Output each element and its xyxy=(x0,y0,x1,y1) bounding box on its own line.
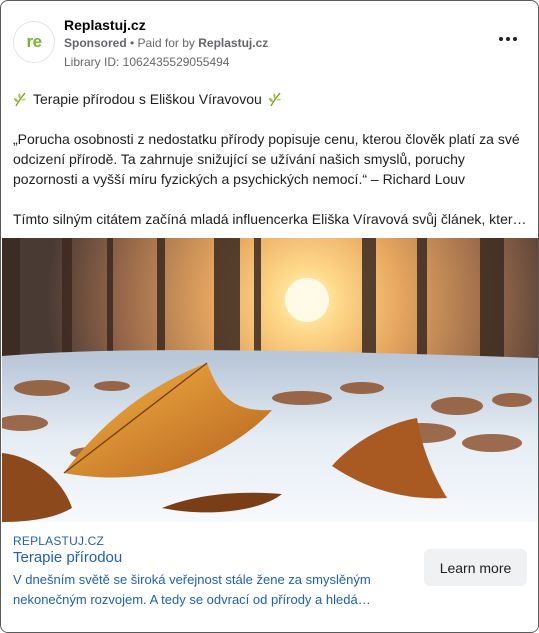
sponsored-line: Sponsored • Paid for by Replastuj.cz xyxy=(64,36,268,50)
post-headline: Terapie přírodou s Eliškou Víravovou xyxy=(13,89,529,109)
page-avatar[interactable]: re xyxy=(13,21,55,63)
herb-icon xyxy=(268,92,281,107)
link-domain: REPLASTUJ.CZ xyxy=(13,534,105,548)
ad-header: re Replastuj.cz Sponsored • Paid for by … xyxy=(13,17,526,73)
meta-separator: • xyxy=(126,36,138,50)
post-lead-text[interactable]: Tímto silným citátem začíná mladá influe… xyxy=(13,209,529,229)
paid-for-name: Replastuj.cz xyxy=(198,36,269,50)
avatar-logo-text: re xyxy=(26,32,42,51)
herb-icon xyxy=(14,92,26,107)
page-name[interactable]: Replastuj.cz xyxy=(64,17,146,33)
headline-text: Terapie přírodou s Eliškou Víravovou xyxy=(33,91,262,107)
post-body: Terapie přírodou s Eliškou Víravovou „Po… xyxy=(13,89,529,229)
ellipsis-icon[interactable] xyxy=(496,29,520,49)
link-description: V dnešním světě se široká veřejnost stál… xyxy=(13,570,409,610)
ad-card: re Replastuj.cz Sponsored • Paid for by … xyxy=(0,0,539,633)
link-preview[interactable]: REPLASTUJ.CZ Terapie přírodou V dnešním … xyxy=(1,522,538,632)
link-title[interactable]: Terapie přírodou xyxy=(13,549,122,566)
post-quote: „Porucha osobnosti z nedostatku přírody … xyxy=(13,131,520,187)
ad-image-autumn-leaves-snow[interactable] xyxy=(2,238,539,522)
link-description-line: nekonečným rozvojem. A tedy se odvrací o… xyxy=(13,592,371,607)
link-description-line: V dnešním světě se široká veřejnost stál… xyxy=(13,572,371,587)
learn-more-button[interactable]: Learn more xyxy=(424,549,527,586)
paid-for-prefix: Paid for by xyxy=(137,36,199,50)
library-id: Library ID: 1062435529055494 xyxy=(64,55,230,69)
sponsored-label: Sponsored xyxy=(64,36,127,50)
